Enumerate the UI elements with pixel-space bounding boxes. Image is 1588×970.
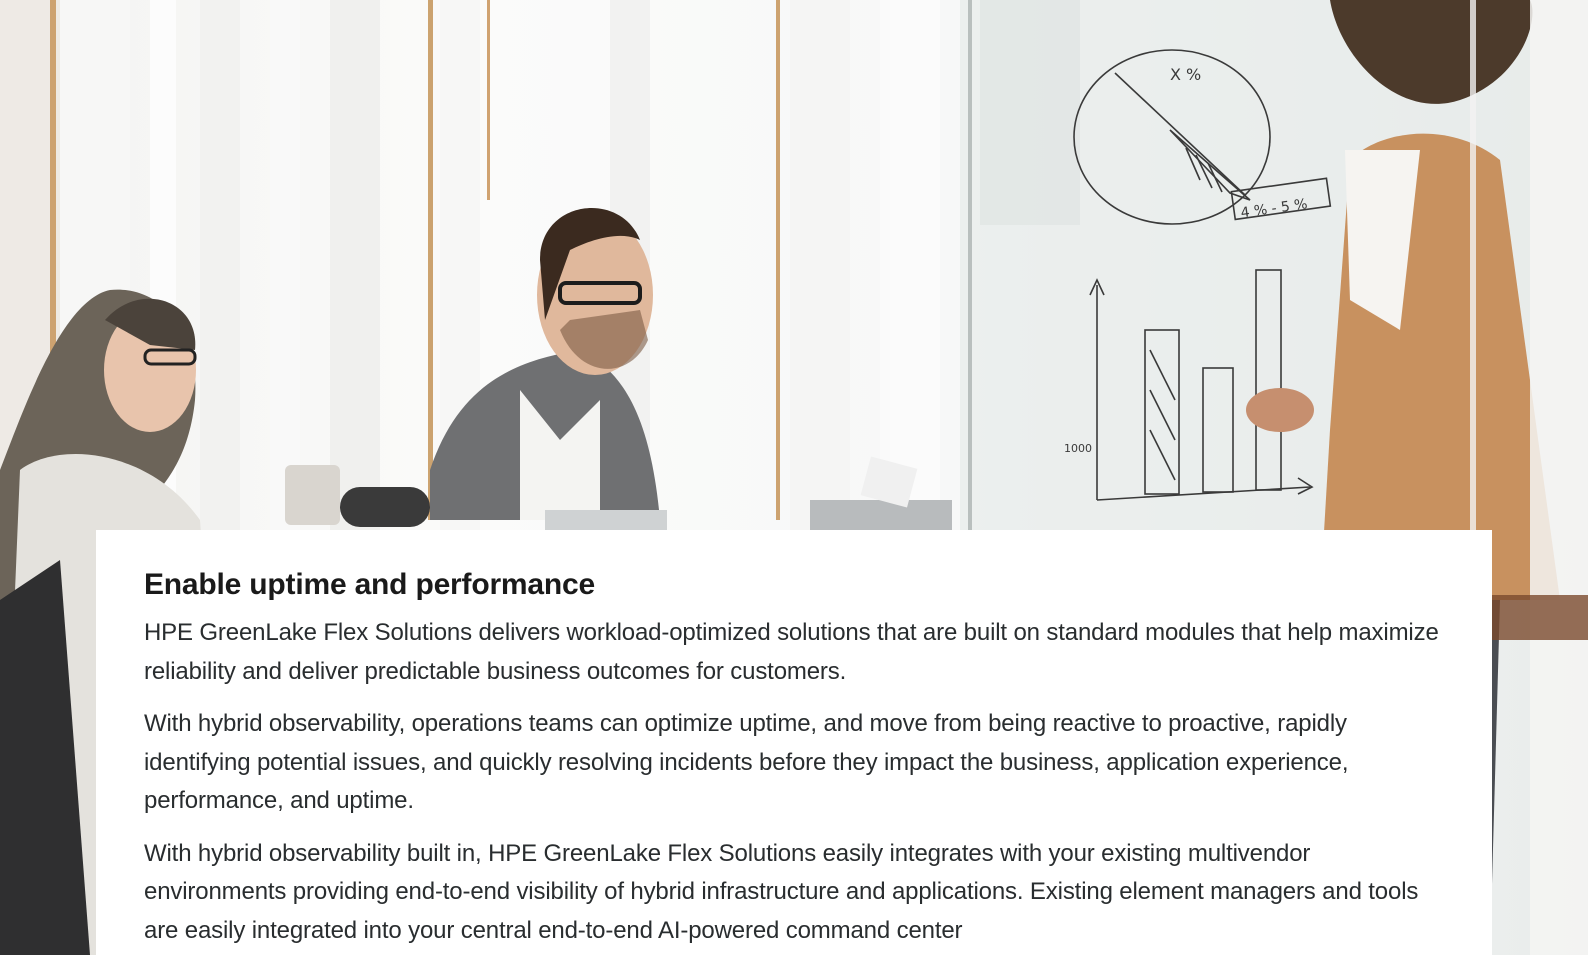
- whiteboard-pie-top-label: X %: [1170, 65, 1201, 84]
- laptop-screen: [545, 510, 667, 530]
- paragraph-2: With hybrid observability, operations te…: [144, 710, 1349, 814]
- section-heading: Enable uptime and performance: [144, 568, 595, 601]
- paragraph-1: HPE GreenLake Flex Solutions delivers wo…: [144, 619, 1439, 685]
- whiteboard-axis-label: 1000: [1064, 442, 1092, 455]
- chair: [340, 487, 430, 527]
- content-card: Enable uptime and performance HPE GreenL…: [96, 530, 1492, 970]
- paragraph-3: With hybrid observability built in, HPE …: [144, 839, 1419, 944]
- laptop-right: [810, 500, 952, 530]
